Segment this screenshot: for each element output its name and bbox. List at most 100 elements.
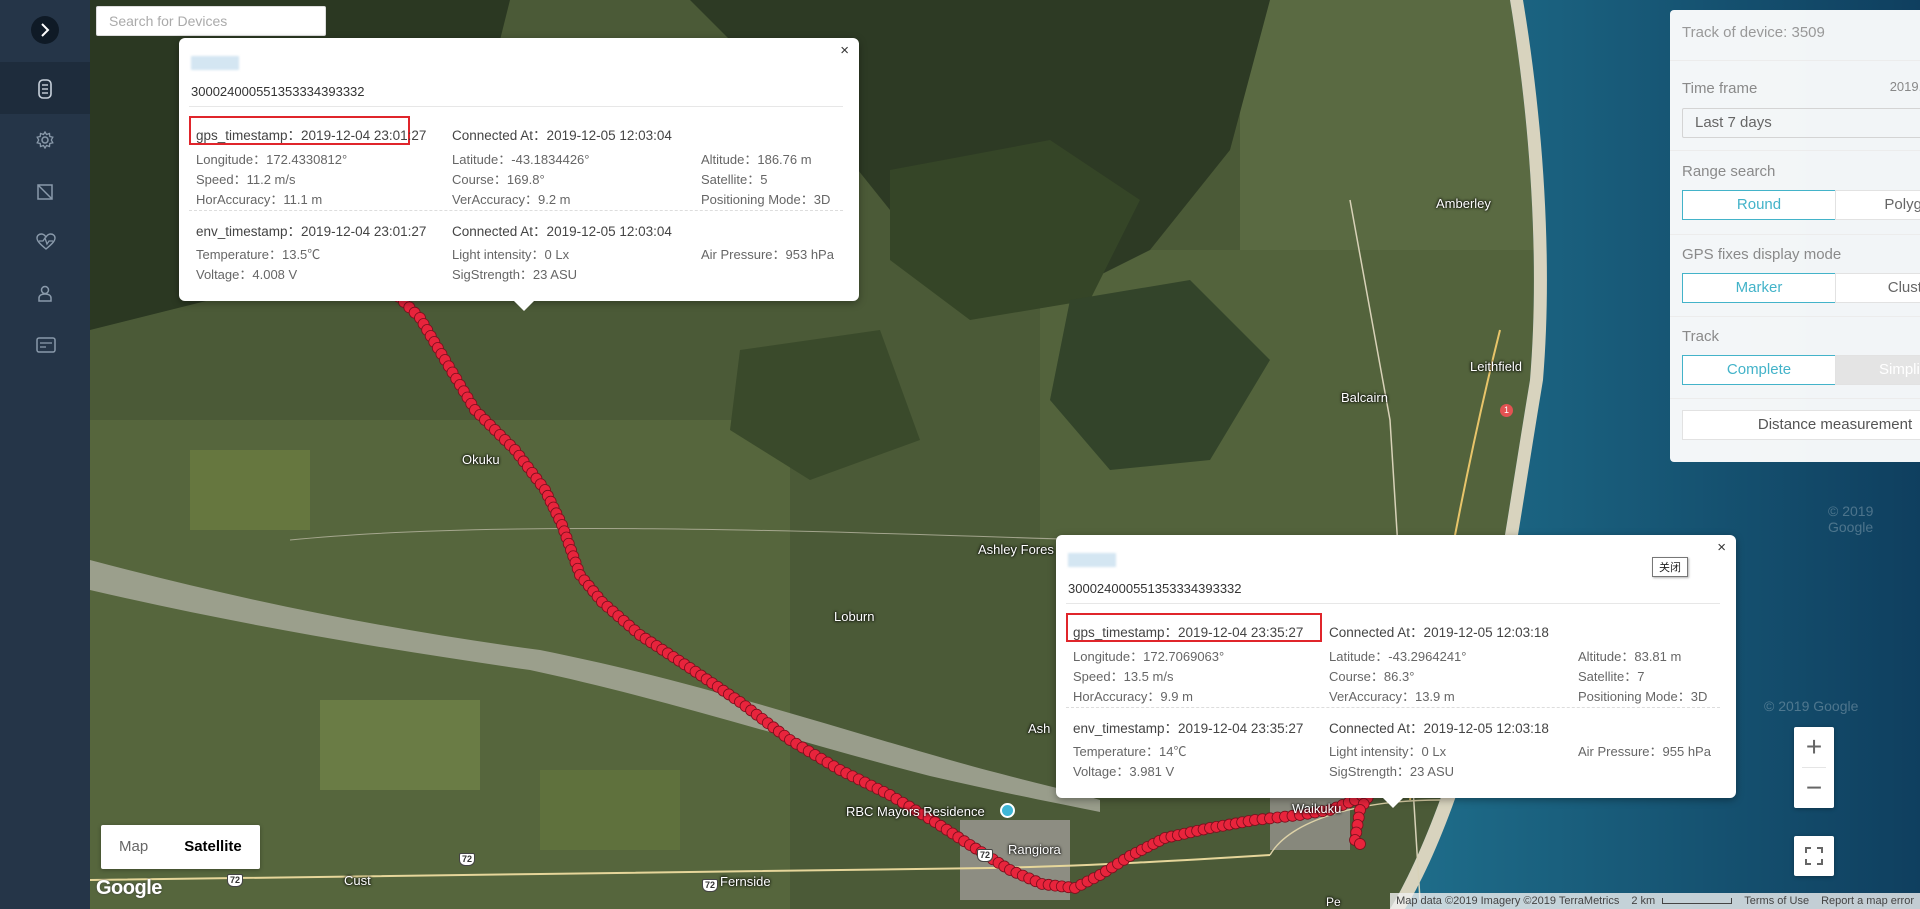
- google-logo: Google: [96, 877, 162, 899]
- divider: [1670, 150, 1920, 151]
- gps-mode-label: GPS fixes display mode: [1682, 246, 1842, 263]
- time-frame-label: Time frame: [1682, 80, 1758, 97]
- place-label: Fernside: [720, 874, 771, 889]
- distance-measurement-button[interactable]: Distance measurement: [1682, 410, 1920, 440]
- popup-pointer: [1383, 798, 1403, 808]
- nav-users[interactable]: [0, 268, 90, 320]
- expand-nav-button[interactable]: [31, 16, 59, 44]
- gps-timestamp: gps_timestamp：2019-12-04 23:35:27: [1073, 625, 1304, 640]
- speed: Speed：11.2 m/s: [196, 172, 296, 187]
- popup-pointer: [514, 301, 534, 311]
- air-pressure: Air Pressure：955 hPa: [1578, 744, 1711, 759]
- device-info-popup: × 关闭 300024000551353334393332 gps_timest…: [1056, 535, 1736, 808]
- close-icon[interactable]: ×: [1717, 539, 1726, 556]
- env-timestamp: env_timestamp：2019-12-04 23:01:27: [196, 224, 427, 239]
- positioning-mode: Positioning Mode：3D: [1578, 689, 1708, 704]
- place-label: Loburn: [834, 609, 875, 624]
- place-label: Cust: [344, 873, 371, 888]
- nav-settings[interactable]: [0, 114, 90, 166]
- place-label: Pe: [1326, 895, 1341, 909]
- place-label: Ashley Fores: [978, 542, 1054, 557]
- light-intensity: Light intensity：0 Lx: [1329, 744, 1447, 759]
- temperature: Temperature：14℃: [1073, 744, 1187, 759]
- nav-devices[interactable]: [0, 62, 90, 114]
- env-connected-at: Connected At：2019-12-05 12:03:04: [452, 224, 672, 239]
- marker-button[interactable]: Marker: [1682, 273, 1836, 303]
- chevron-right-icon: [41, 23, 50, 37]
- poi-marker-icon[interactable]: [1000, 803, 1015, 818]
- simplified-button[interactable]: Simplified: [1835, 355, 1920, 385]
- env-timestamp: env_timestamp：2019-12-04 23:35:27: [1073, 721, 1304, 736]
- divider: [189, 210, 843, 211]
- geofence-icon: [37, 184, 53, 200]
- zoom-in-button[interactable]: +: [1794, 727, 1834, 767]
- device-info-popup: × 300024000551353334393332 gps_timestamp…: [179, 38, 859, 311]
- time-frame-range: 2019.12-2019.12: [1889, 79, 1920, 94]
- temperature: Temperature：13.5℃: [196, 247, 321, 262]
- fullscreen-icon: [1805, 847, 1823, 865]
- close-icon[interactable]: ×: [840, 42, 849, 59]
- course: Course：169.8°: [452, 172, 545, 187]
- search-input[interactable]: Search for Devices: [96, 6, 326, 36]
- card-icon: [36, 337, 56, 353]
- track-panel: Track of device: 3509 Time frame 2019.12…: [1670, 10, 1920, 462]
- nav-health[interactable]: [0, 216, 90, 268]
- place-label: Okuku: [462, 452, 500, 467]
- divider: [1670, 234, 1920, 235]
- place-label: Amberley: [1436, 196, 1491, 211]
- place-label: Rangiora: [1008, 842, 1061, 857]
- positioning-mode: Positioning Mode：3D: [701, 192, 831, 207]
- nav-geofence[interactable]: [0, 166, 90, 218]
- longitude: Longitude：172.4330812°: [196, 152, 348, 167]
- gps-connected-at: Connected At：2019-12-05 12:03:18: [1329, 625, 1549, 640]
- device-icon: [38, 79, 52, 99]
- road-shield: 72: [702, 879, 718, 892]
- ver-accuracy: VerAccuracy：9.2 m: [452, 192, 571, 207]
- altitude: Altitude：186.76 m: [701, 152, 812, 167]
- gps-fix-marker[interactable]: [1354, 838, 1366, 850]
- cluster-button[interactable]: Cluster: [1835, 273, 1920, 303]
- range-search-label: Range search: [1682, 163, 1776, 180]
- voltage: Voltage：3.981 V: [1073, 764, 1175, 779]
- polygon-button[interactable]: Polygon: [1835, 190, 1920, 220]
- terms-link[interactable]: Terms of Use: [1744, 893, 1809, 909]
- scale-bar: [1662, 898, 1733, 904]
- road-shield: 72: [227, 874, 243, 887]
- report-error-link[interactable]: Report a map error: [1821, 893, 1914, 909]
- round-button[interactable]: Round: [1682, 190, 1836, 220]
- time-frame-select[interactable]: Last 7 days: [1682, 108, 1920, 138]
- fullscreen-button[interactable]: [1794, 836, 1834, 876]
- latitude: Latitude：-43.1834426°: [452, 152, 590, 167]
- divider: [1670, 398, 1920, 399]
- sig-strength: SigStrength：23 ASU: [1329, 764, 1455, 779]
- course: Course：86.3°: [1329, 669, 1415, 684]
- complete-button[interactable]: Complete: [1682, 355, 1836, 385]
- hor-accuracy: HorAccuracy：11.1 m: [196, 192, 323, 207]
- device-serial: 300024000551353334393332: [1068, 581, 1242, 596]
- device-name-redacted: [191, 56, 239, 70]
- air-pressure: Air Pressure：953 hPa: [701, 247, 834, 262]
- zoom-out-button[interactable]: −: [1794, 768, 1834, 808]
- divider: [1066, 603, 1720, 604]
- zoom-control: + −: [1794, 727, 1834, 808]
- map-type-map[interactable]: Map: [101, 825, 166, 869]
- divider: [1066, 707, 1720, 708]
- hor-accuracy: HorAccuracy：9.9 m: [1073, 689, 1193, 704]
- map-view[interactable]: Okuku Loburn Ashley Fores Amberley Leith…: [90, 0, 1920, 909]
- ver-accuracy: VerAccuracy：13.9 m: [1329, 689, 1455, 704]
- longitude: Longitude：172.7069063°: [1073, 649, 1225, 664]
- divider: [1670, 60, 1920, 61]
- map-type-satellite[interactable]: Satellite: [166, 825, 260, 869]
- satellite: Satellite：7: [1578, 669, 1645, 684]
- nav-cards[interactable]: [0, 320, 90, 372]
- speed: Speed：13.5 m/s: [1073, 669, 1174, 684]
- satellite: Satellite：5: [701, 172, 768, 187]
- scale-label: 2 km: [1631, 893, 1733, 909]
- side-nav: [0, 0, 90, 909]
- road-shield: 72: [459, 853, 475, 866]
- sig-strength: SigStrength：23 ASU: [452, 267, 578, 282]
- device-serial: 300024000551353334393332: [191, 84, 365, 99]
- gps-connected-at: Connected At：2019-12-05 12:03:04: [452, 128, 672, 143]
- panel-title: Track of device: 3509: [1682, 24, 1825, 41]
- gear-icon: [36, 131, 54, 149]
